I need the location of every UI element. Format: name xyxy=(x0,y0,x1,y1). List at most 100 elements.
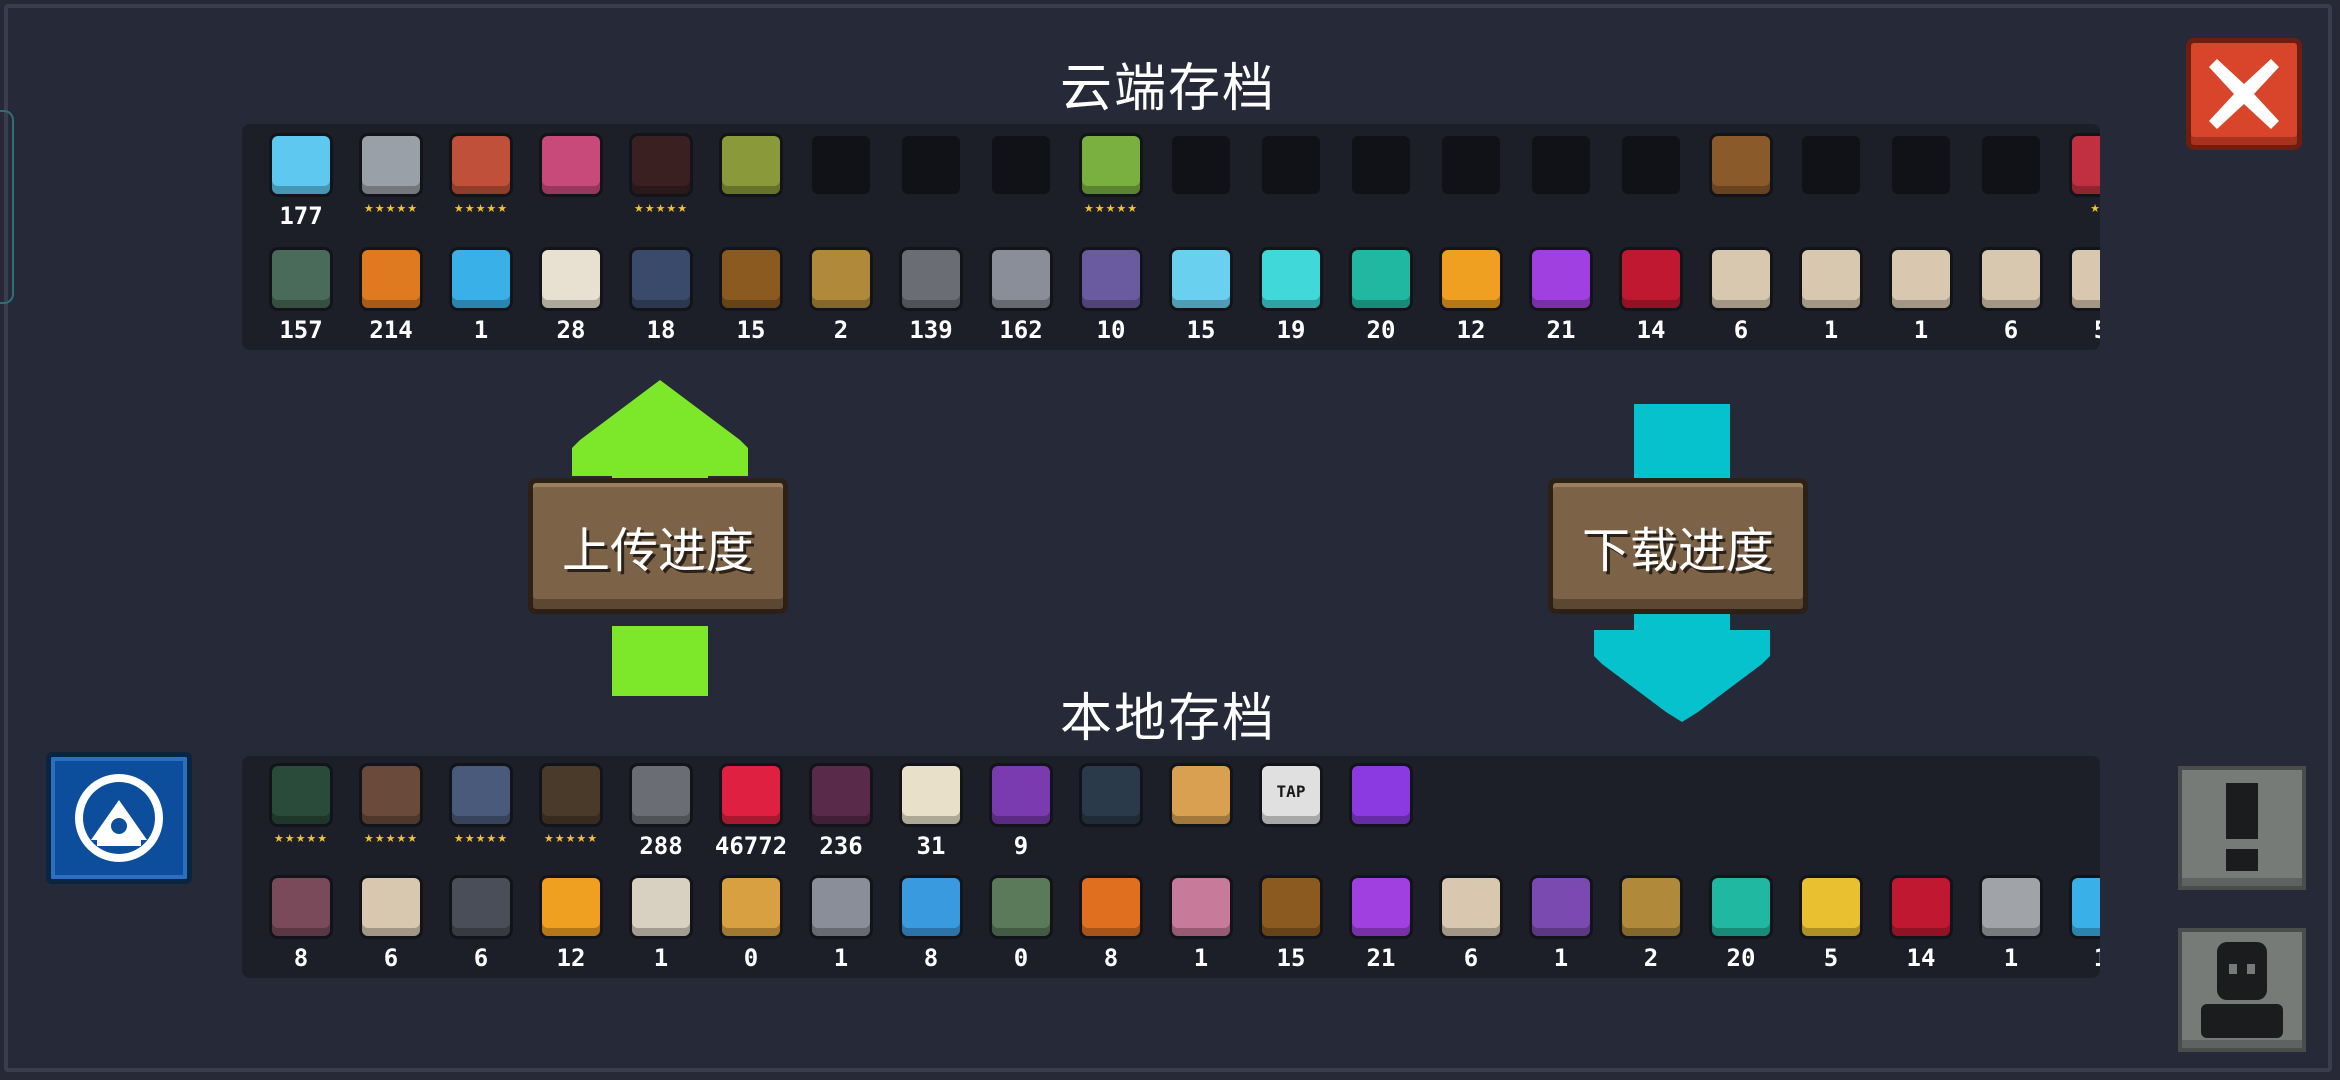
star-rating: ★★ xyxy=(2090,202,2100,215)
save-slot: 162 xyxy=(976,246,1066,350)
cloud-save-title: 云端存档 xyxy=(1059,59,1276,119)
save-slot: 1 xyxy=(436,246,526,350)
fire-crystal-icon xyxy=(542,878,600,936)
item-count: 1 xyxy=(833,944,849,972)
item-count: 14 xyxy=(1906,944,1936,972)
save-slot: 157 xyxy=(256,246,346,350)
engineer-icon xyxy=(722,136,780,194)
item-count: 0 xyxy=(743,944,759,972)
item-count: 6 xyxy=(473,944,489,972)
save-slot xyxy=(1606,132,1696,242)
locked-hero-icon xyxy=(902,136,960,194)
item-count: 19 xyxy=(1276,316,1306,344)
save-slot xyxy=(1336,762,1426,872)
studio-logo-icon xyxy=(75,774,163,862)
item-count: 31 xyxy=(916,832,946,860)
save-slot: 14 xyxy=(1876,874,1966,978)
silver-plate-icon xyxy=(1982,878,2040,936)
save-slot: ★★★★★ xyxy=(616,132,706,242)
workbench-icon xyxy=(272,878,330,936)
item-count: 28 xyxy=(556,316,586,344)
save-slot: 5 xyxy=(2056,246,2100,350)
close-button[interactable] xyxy=(2186,38,2302,150)
star-rating: ★★★★★ xyxy=(543,832,599,845)
item-count: 1 xyxy=(1823,316,1839,344)
save-slot: 20 xyxy=(1696,874,1786,978)
save-slot: 139 xyxy=(886,246,976,350)
save-slot: 18 xyxy=(616,246,706,350)
cowboy-icon xyxy=(1712,136,1770,194)
scroll-icon xyxy=(362,878,420,936)
cloud-character-row: 177★★★★★★★★★★★★★★★★★★★★★★ xyxy=(256,132,2100,242)
locked-hero-icon xyxy=(1622,136,1680,194)
item-count: 15 xyxy=(1186,316,1216,344)
local-save-panel: ★★★★★ ★★★★★ ★★★★★ ★★★★★ 288 46772 236 31 9 TAP 86… xyxy=(242,756,2100,978)
save-slot xyxy=(1426,132,1516,242)
cat-icon xyxy=(1172,766,1230,824)
profile-button[interactable] xyxy=(2178,928,2306,1052)
purple-mask-icon xyxy=(992,766,1050,824)
item-count: 46772 xyxy=(714,832,788,860)
scroll-icon xyxy=(1892,250,1950,308)
save-slot: 15 xyxy=(1246,874,1336,978)
save-slot: ★★ xyxy=(2056,132,2100,242)
studio-logo-button[interactable] xyxy=(46,752,192,884)
horn-icon xyxy=(812,250,870,308)
item-count: 14 xyxy=(1636,316,1666,344)
profile-silhouette-icon xyxy=(2201,942,2283,1038)
close-icon xyxy=(2209,59,2279,129)
scroll-icon xyxy=(1802,250,1860,308)
download-progress-button[interactable]: 下载进度 xyxy=(1548,478,1808,614)
save-slot: 46772 xyxy=(706,762,796,872)
bookshelf-icon xyxy=(362,766,420,824)
save-slot xyxy=(706,132,796,242)
scroll-icon xyxy=(1982,250,2040,308)
item-count: 162 xyxy=(999,316,1043,344)
item-count: 1 xyxy=(1913,316,1929,344)
seed-pouch-icon xyxy=(722,250,780,308)
save-slot: 21 xyxy=(1516,246,1606,350)
save-slot: ★★★★★ xyxy=(346,762,436,872)
demon-boss-icon xyxy=(812,766,870,824)
item-count: 6 xyxy=(1733,316,1749,344)
scroll-icon xyxy=(2072,250,2100,308)
local-item-row: ★★★★★ ★★★★★ ★★★★★ ★★★★★ 288 46772 236 31 9 TAP xyxy=(256,762,1426,872)
iron-ore-icon xyxy=(992,250,1050,308)
item-count: 12 xyxy=(1456,316,1486,344)
knight-icon xyxy=(362,136,420,194)
item-count: 18 xyxy=(646,316,676,344)
save-slot xyxy=(1696,132,1786,242)
item-count: 5 xyxy=(2056,316,2100,344)
fire-crystal-icon xyxy=(1442,250,1500,308)
gun-icon xyxy=(632,766,690,824)
metal-plate-icon xyxy=(812,878,870,936)
save-slot: ★★★★★ xyxy=(1066,132,1156,242)
rogue-icon xyxy=(452,136,510,194)
moon-orb-icon xyxy=(1802,878,1860,936)
cloud-save-panel: 177★★★★★★★★★★★★★★★★★★★★★★ 15721412818152… xyxy=(242,124,2100,350)
save-slot: 1 xyxy=(1966,874,2056,978)
save-slot: 214 xyxy=(346,246,436,350)
save-slot xyxy=(1066,762,1156,872)
item-count: 236 xyxy=(819,832,863,860)
item-count: 1 xyxy=(2003,944,2019,972)
upload-progress-button[interactable]: 上传进度 xyxy=(528,478,788,614)
save-slot: 12 xyxy=(526,874,616,978)
save-slot: 1 xyxy=(1156,874,1246,978)
save-slot xyxy=(1336,132,1426,242)
local-material-row: 86612101808115216122051411 xyxy=(256,874,2100,978)
save-slot xyxy=(1246,132,1336,242)
item-count: 177 xyxy=(279,202,323,230)
star-rating: ★★★★★ xyxy=(273,832,329,845)
item-count: 5 xyxy=(1823,944,1839,972)
save-slot: 6 xyxy=(346,874,436,978)
item-count: 1 xyxy=(1193,944,1209,972)
item-count: 6 xyxy=(2003,316,2019,344)
save-slot: 21 xyxy=(1336,874,1426,978)
save-slot: 0 xyxy=(706,874,796,978)
locked-hero-icon xyxy=(1172,136,1230,194)
item-count: 0 xyxy=(1013,944,1029,972)
save-slot: 15 xyxy=(1156,246,1246,350)
seed-pouch-icon xyxy=(1262,878,1320,936)
warning-button[interactable] xyxy=(2178,766,2306,890)
